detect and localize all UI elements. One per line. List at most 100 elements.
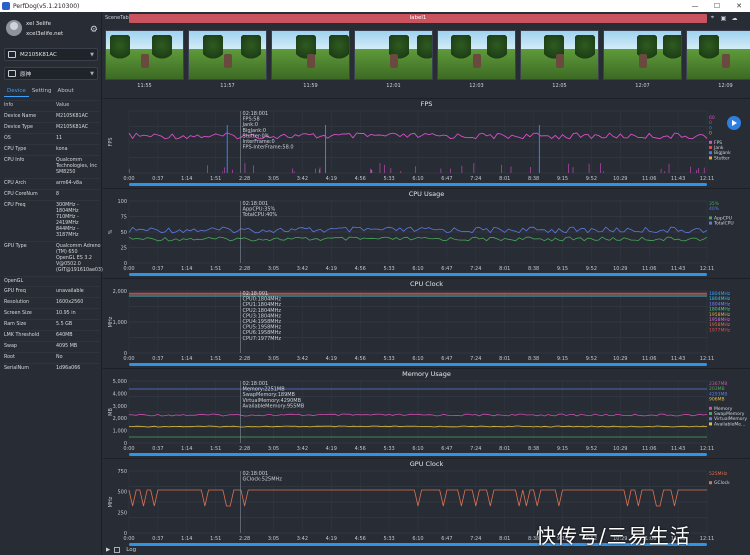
x-tick-label: 6:10 (412, 176, 423, 182)
info-row: Ram Size 5.5 GB (4, 319, 100, 330)
game-screenshot-thumbnail[interactable] (437, 30, 516, 80)
info-row: LMK Threshold 640MB (4, 330, 100, 341)
time-range-slider[interactable] (129, 183, 707, 186)
tab-setting[interactable]: Setting (29, 87, 55, 97)
play-button[interactable] (727, 116, 741, 130)
info-key: CPU CoreNum (4, 192, 38, 197)
info-row: Screen Size 10.95 in (4, 308, 100, 319)
legend-label: Stutter (714, 155, 730, 161)
game-screenshot-thumbnail[interactable] (603, 30, 682, 80)
x-tick-label: 12:11 (700, 266, 714, 272)
info-value: 8 (56, 192, 60, 197)
y-tick-label: 2,000 (113, 416, 127, 422)
x-tick-label: 4:56 (355, 446, 366, 452)
x-tick-label: 8:38 (528, 176, 539, 182)
info-value: 1d96a066 (56, 366, 81, 371)
legend-value: 4293MB (709, 391, 727, 397)
scene-label-bar[interactable]: label1 (129, 13, 707, 23)
legend-value: 1804MHz (709, 296, 731, 302)
y-tick-label: 75 (121, 215, 127, 221)
info-row: OS 11 (4, 133, 100, 144)
x-tick-label: 2:28 (239, 536, 250, 542)
y-tick-label: 50 (121, 230, 127, 236)
app-select[interactable]: 原神 ▼ (4, 67, 98, 80)
x-tick-label: 2:28 (239, 176, 250, 182)
watermark: 快传号/三易生活 (536, 524, 691, 548)
x-tick-label: 4:19 (326, 536, 337, 542)
tab-device[interactable]: Device (4, 87, 29, 97)
legend-swatch (709, 417, 712, 421)
x-tick-label: 8:38 (528, 266, 539, 272)
y-axis-label: MHz (108, 316, 114, 327)
image-icon[interactable]: ▣ (718, 15, 729, 22)
minimize-button[interactable]: — (684, 2, 706, 10)
x-tick-label: 1:14 (181, 266, 192, 272)
game-screenshot-thumbnail[interactable] (105, 30, 184, 80)
gear-icon[interactable]: ⚙ (90, 25, 98, 35)
info-row: OpenGL (4, 276, 100, 286)
info-key: Screen Size (4, 311, 32, 316)
cloud-icon[interactable]: ☁ (729, 15, 740, 22)
x-tick-label: 3:42 (297, 266, 308, 272)
info-row: CPU CoreNum 8 (4, 189, 100, 200)
info-key: Device Type (4, 125, 33, 130)
chart-svg: FPS 0:00 0:37 1:14 1:51 2:28 3:05 3:42 4:19 4:56 5… (108, 110, 731, 186)
close-button[interactable]: ✕ (728, 2, 750, 10)
table-header: Info Value (4, 100, 100, 111)
avatar[interactable] (6, 20, 22, 36)
game-screenshot-thumbnail[interactable] (188, 30, 267, 80)
legend-value: 525MHz (709, 471, 728, 477)
x-tick-label: 2:28 (239, 356, 250, 362)
thumbnail-time: 12:03 (469, 83, 484, 89)
x-tick-label: 6:47 (441, 536, 452, 542)
time-range-slider[interactable] (129, 363, 707, 366)
y-tick-label: 750 (117, 469, 127, 475)
tab-about[interactable]: About (55, 87, 77, 97)
x-tick-label: 10:29 (613, 266, 627, 272)
info-row: SerialNum 1d96a066 (4, 363, 100, 374)
info-value: M2105K81AC (56, 114, 89, 119)
device-select[interactable]: M2105K81AC ▼ (4, 48, 98, 61)
x-tick-label: 6:47 (441, 446, 452, 452)
maximize-button[interactable]: ☐ (706, 2, 728, 10)
user-panel: xel 3elife xcel3elife.net ⚙ (4, 16, 100, 48)
x-tick-label: 0:37 (152, 266, 163, 272)
info-row: Resolution 1600x2560 (4, 297, 100, 308)
x-tick-label: 5:33 (383, 536, 394, 542)
tooltip-text: GClock:525MHz (243, 477, 283, 483)
time-range-slider[interactable] (129, 453, 707, 456)
x-tick-label: 6:10 (412, 266, 423, 272)
legend-value: 60 (709, 115, 715, 121)
x-tick-label: 3:05 (268, 266, 279, 272)
legend-label: TotalCPU (713, 221, 734, 227)
device-icon (8, 51, 16, 58)
legend-label: FPS (714, 140, 722, 146)
location-icon[interactable]: ⌖ (707, 14, 718, 22)
x-tick-label: 0:00 (123, 266, 134, 272)
time-range-slider[interactable] (129, 273, 707, 276)
legend-value: 1804MHz (709, 301, 731, 307)
legend-value: 35% (709, 201, 720, 207)
info-row: Root No (4, 352, 100, 363)
x-tick-label: 6:47 (441, 356, 452, 362)
x-tick-label: 1:51 (210, 446, 221, 452)
x-tick-label: 12:11 (700, 176, 714, 182)
legend-value: 1958MHz (709, 312, 731, 318)
info-value: No (56, 355, 63, 360)
game-screenshot-thumbnail[interactable] (686, 30, 750, 80)
legend-swatch (709, 481, 712, 485)
x-tick-label: 3:05 (268, 176, 279, 182)
game-screenshot-thumbnail[interactable] (271, 30, 350, 80)
tooltip-text: FPS-InterFrame:58.0 (243, 145, 294, 151)
x-tick-label: 4:56 (355, 176, 366, 182)
expand-icon[interactable]: ▶ (106, 547, 110, 553)
chart-cpu-usage: CPU Usage 100 75 50 25 0% 0:00 0:37 1:14 1:51 2:28… (103, 188, 750, 276)
log-checkbox[interactable] (114, 547, 121, 553)
legend-label: Memory (714, 406, 733, 412)
x-tick-label: 6:47 (441, 176, 452, 182)
game-screenshot-thumbnail[interactable] (354, 30, 433, 80)
game-screenshot-thumbnail[interactable] (520, 30, 599, 80)
y-axis-label: % (108, 229, 114, 234)
info-row: GPU Type Qualcomm Adreno (TM) 650 OpenGL … (4, 241, 103, 276)
x-tick-label: 0:00 (123, 176, 134, 182)
